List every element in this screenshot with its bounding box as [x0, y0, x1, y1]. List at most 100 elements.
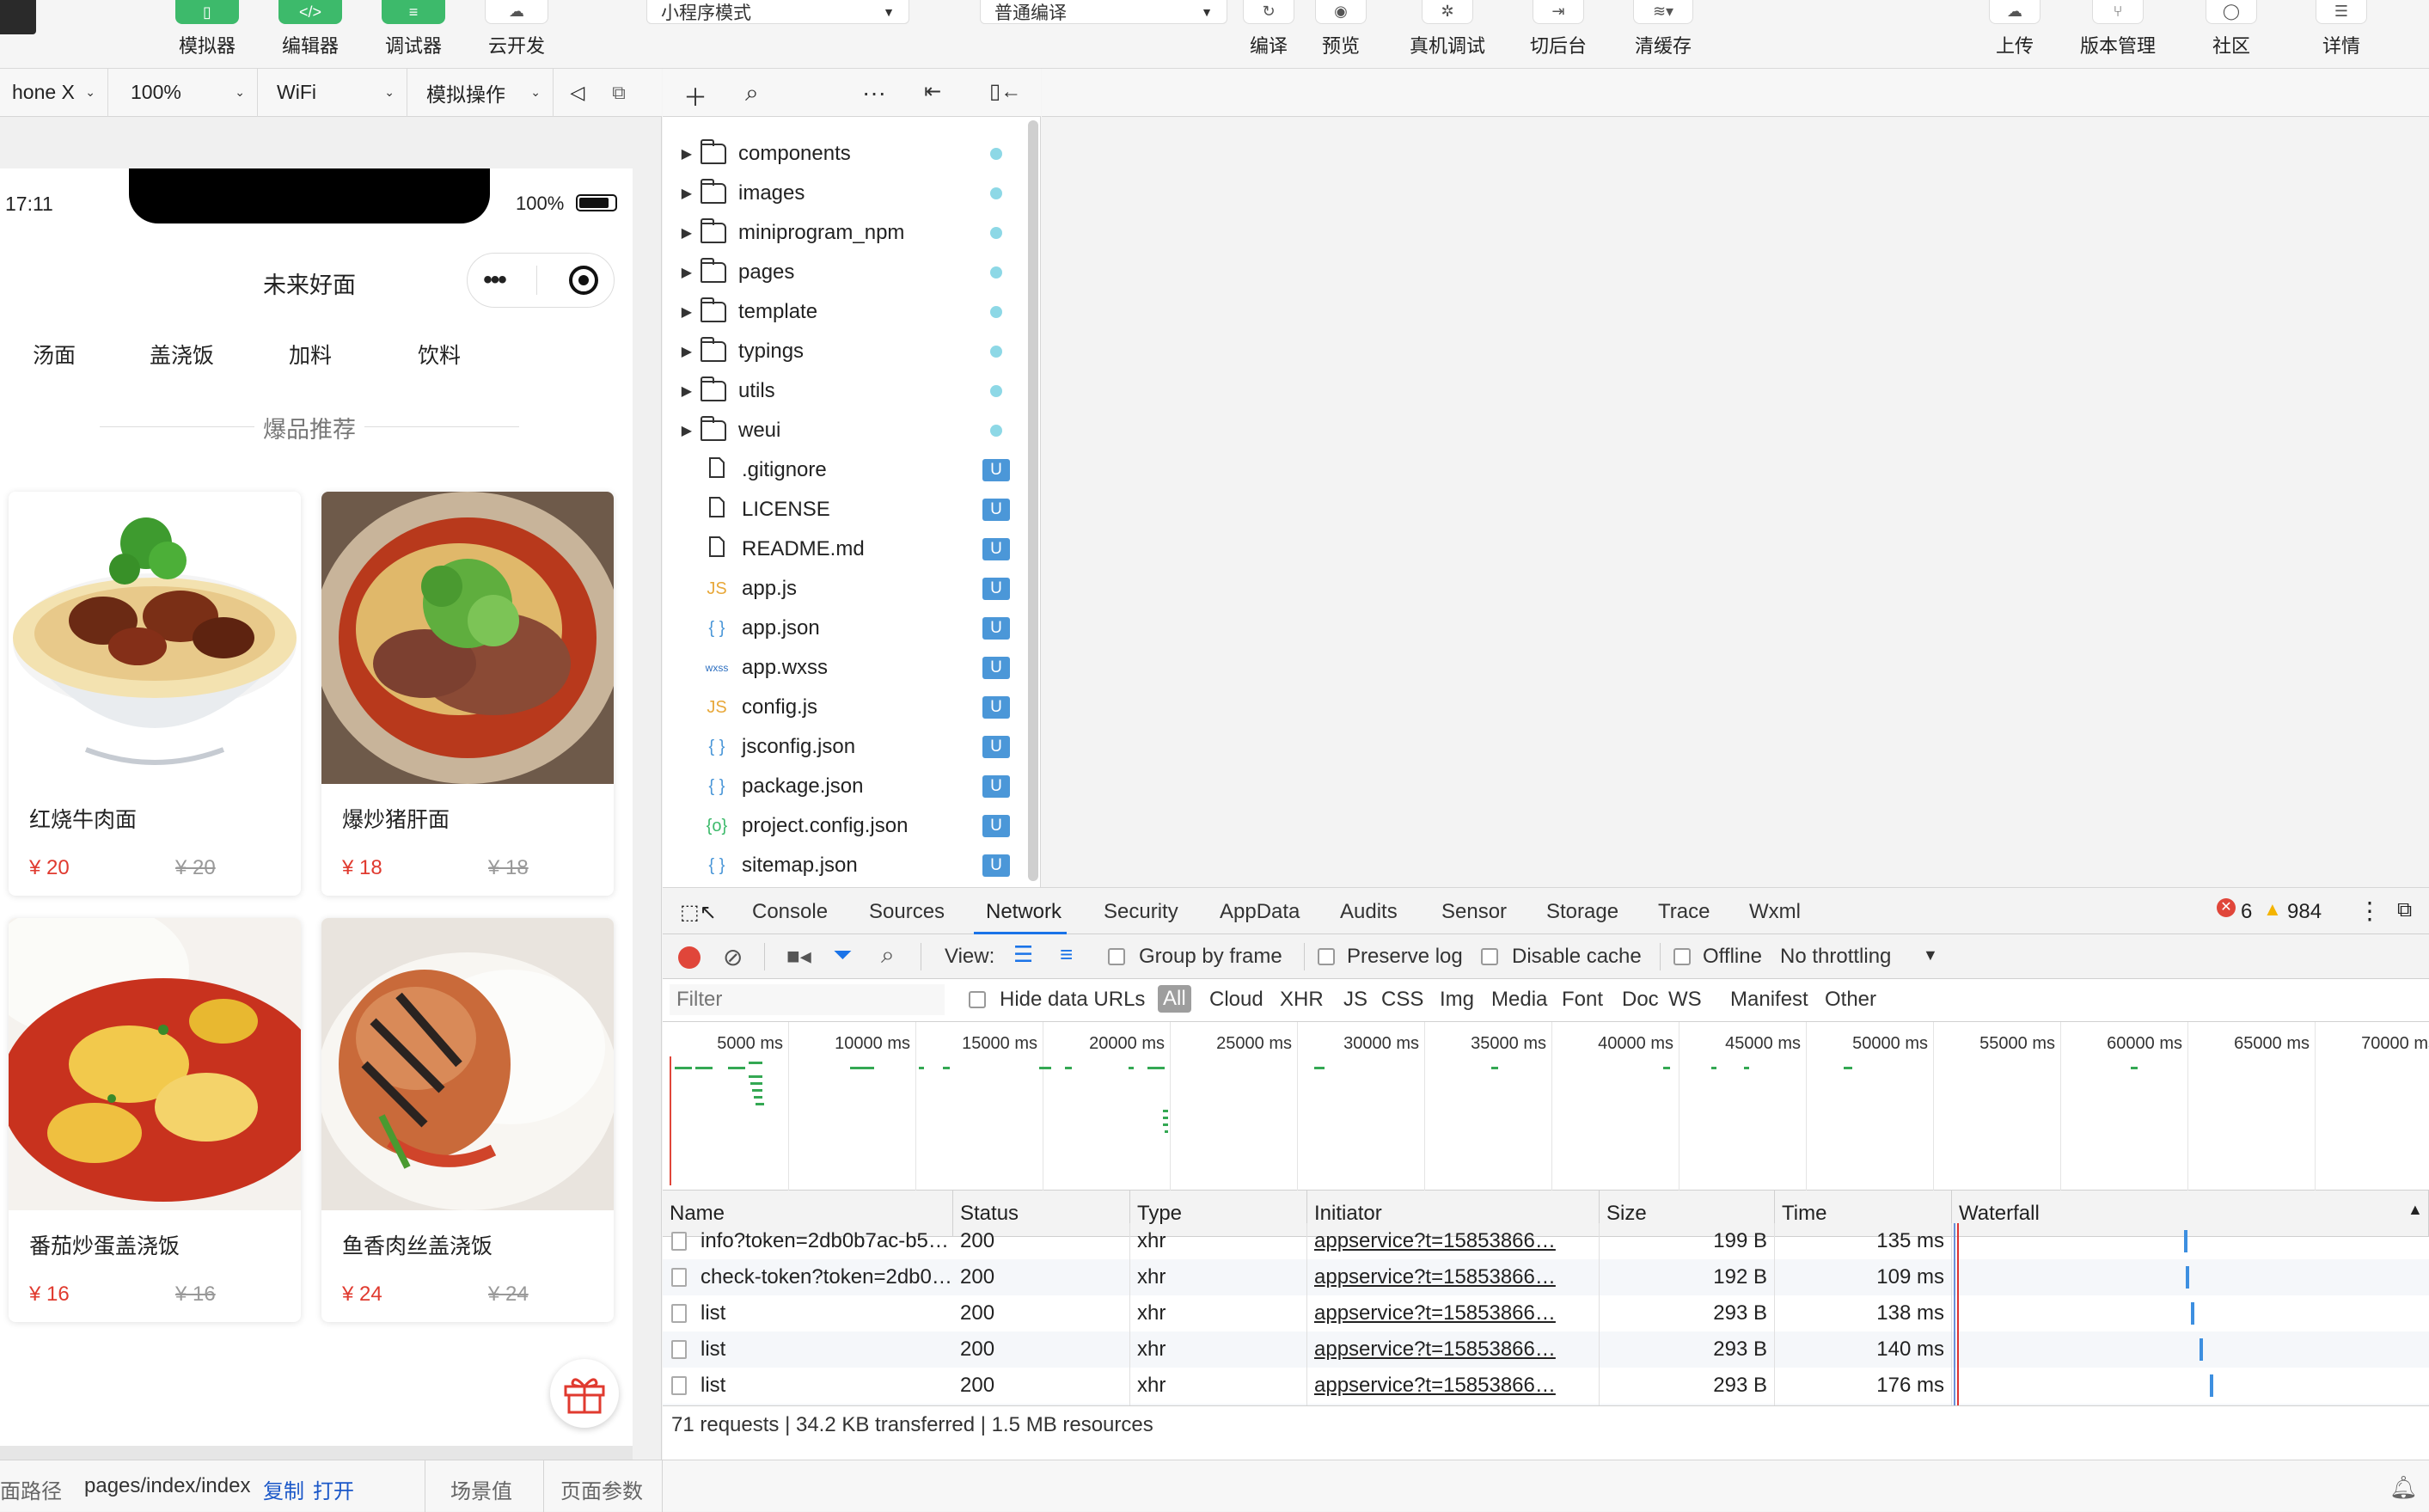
product-card[interactable]: 番茄炒蛋盖浇饭 ¥ 16 ¥ 16 — [9, 918, 301, 1322]
expand-arrow-icon[interactable]: ▶ — [663, 224, 692, 242]
real-device-debug-button[interactable]: ✲ 真机调试 — [1410, 0, 1485, 69]
type-filter-ws[interactable]: WS — [1668, 988, 1702, 1012]
type-filter-xhr[interactable]: XHR — [1280, 988, 1324, 1012]
scene-value[interactable]: 场景值 — [450, 1474, 512, 1504]
tab-wxml[interactable]: Wxml — [1749, 900, 1801, 924]
tab-trace[interactable]: Trace — [1658, 900, 1710, 924]
table-row[interactable]: check-token?token=2db0b7ac-b531-4bca-ac0… — [663, 1259, 2429, 1295]
type-filter-other[interactable]: Other — [1825, 988, 1876, 1012]
expand-arrow-icon[interactable]: ▶ — [663, 303, 692, 321]
expand-arrow-icon[interactable]: ▶ — [663, 422, 692, 439]
sidebar-toggle-icon[interactable]: ▯← — [989, 79, 1021, 104]
more-icon[interactable]: ••• — [483, 266, 506, 295]
compile-select[interactable]: 普通编译 ▼ — [980, 0, 1227, 24]
tab-security[interactable]: Security — [1104, 900, 1178, 924]
cell-initiator[interactable]: appservice?t=15853866… — [1307, 1259, 1600, 1295]
list-view-icon[interactable]: ☰ — [1013, 941, 1033, 968]
community-button[interactable]: ◯ 社区 — [2206, 0, 2257, 69]
table-row[interactable]: list 200 xhr appservice?t=15853866… 293 B 140… — [663, 1331, 2429, 1368]
type-filter-all[interactable]: All — [1158, 985, 1191, 1013]
tab-sensor[interactable]: Sensor — [1441, 900, 1507, 924]
file-item[interactable]: { } package.json U — [663, 767, 1024, 806]
details-button[interactable]: ☰ 详情 — [2316, 0, 2367, 69]
tab-appdata[interactable]: AppData — [1220, 900, 1300, 924]
file-item[interactable]: README.md U — [663, 530, 1024, 569]
file-item[interactable]: LICENSE U — [663, 490, 1024, 530]
compile-button[interactable]: ↻ 编译 — [1243, 0, 1294, 69]
type-filter-css[interactable]: CSS — [1381, 988, 1423, 1012]
open-link[interactable]: 打开 — [313, 1474, 354, 1504]
cloud-dev-button[interactable]: ☁ 云开发 — [485, 0, 548, 69]
preview-button[interactable]: ◉ 预览 — [1315, 0, 1367, 69]
collapse-icon[interactable]: ⇤ — [924, 79, 941, 104]
preserve-log-checkbox[interactable] — [1318, 948, 1335, 965]
expand-arrow-icon[interactable]: ▶ — [663, 343, 692, 360]
type-filter-font[interactable]: Font — [1562, 988, 1603, 1012]
folder-item[interactable]: ▶ weui — [663, 411, 1024, 450]
type-filter-cloud[interactable]: Cloud — [1209, 988, 1263, 1012]
group-by-frame-checkbox[interactable] — [1108, 948, 1125, 965]
more-icon[interactable]: ··· — [862, 79, 886, 107]
category-tab[interactable]: 盖浇饭 — [150, 339, 214, 370]
kebab-menu-icon[interactable]: ⋮ — [2358, 897, 2382, 925]
file-item[interactable]: { } jsconfig.json U — [663, 727, 1024, 767]
mode-select[interactable]: 小程序模式 ▼ — [646, 0, 909, 24]
file-item[interactable]: { } sitemap.json U — [663, 846, 1024, 885]
cell-initiator[interactable]: appservice?t=15853866… — [1307, 1368, 1600, 1404]
file-item[interactable]: {o} project.config.json U — [663, 806, 1024, 846]
cell-initiator[interactable]: appservice?t=15853866… — [1307, 1223, 1600, 1259]
filter-icon[interactable]: ⏷ — [833, 941, 852, 970]
folder-item[interactable]: ▶ images — [663, 174, 1024, 213]
version-button[interactable]: ⑂ 版本管理 — [2080, 0, 2156, 69]
debugger-button[interactable]: ≡ 调试器 — [382, 0, 445, 69]
zoom-select[interactable]: 100% ⌄ — [108, 68, 258, 117]
dock-icon[interactable]: ⧉ — [2397, 898, 2412, 922]
caret-down-icon[interactable]: ▼ — [1923, 946, 1938, 964]
tab-console[interactable]: Console — [752, 900, 828, 924]
inspect-icon[interactable]: ⬚↖ — [680, 900, 717, 925]
expand-arrow-icon[interactable]: ▶ — [663, 383, 692, 400]
expand-arrow-icon[interactable]: ▶ — [663, 185, 692, 202]
tab-audits[interactable]: Audits — [1340, 900, 1398, 924]
cell-initiator[interactable]: appservice?t=15853866… — [1307, 1295, 1600, 1331]
simulate-ops-select[interactable]: 模拟操作 ⌄ — [407, 68, 554, 117]
product-card[interactable]: 红烧牛肉面 ¥ 20 ¥ 20 — [9, 492, 301, 896]
folder-item[interactable]: ▶ typings — [663, 332, 1024, 371]
type-filter-img[interactable]: Img — [1440, 988, 1474, 1012]
scrollbar[interactable] — [1028, 120, 1038, 881]
simulator-button[interactable]: ▯ 模拟器 — [175, 0, 239, 69]
type-filter-manifest[interactable]: Manifest — [1730, 988, 1808, 1012]
waterfall-view-icon[interactable]: ≡ — [1060, 941, 1073, 968]
category-tab[interactable]: 汤面 — [33, 339, 76, 370]
expand-arrow-icon[interactable]: ▶ — [663, 264, 692, 281]
bell-icon[interactable]: 🔔︎ — [2389, 1474, 2418, 1501]
tab-network[interactable]: Network — [986, 900, 1062, 924]
upload-button[interactable]: ☁ 上传 — [1989, 0, 2040, 69]
gift-icon[interactable] — [550, 1359, 619, 1428]
category-tab[interactable]: 饮料 — [418, 339, 461, 370]
page-params[interactable]: 页面参数 — [560, 1474, 643, 1504]
throttling-select[interactable]: No throttling — [1780, 945, 1891, 969]
tab-storage[interactable]: Storage — [1546, 900, 1618, 924]
mute-icon[interactable]: ◁ — [554, 82, 602, 104]
network-timeline[interactable]: 5000 ms 10000 ms 15000 ms 20000 ms 25000 ms 3… — [663, 1022, 2429, 1191]
close-miniprogram-icon[interactable] — [568, 266, 598, 295]
expand-arrow-icon[interactable]: ▶ — [663, 145, 692, 162]
clear-cache-button[interactable]: ≋▾ 清缓存 — [1633, 0, 1693, 69]
table-row[interactable]: list 200 xhr appservice?t=15853866… 293 B 138… — [663, 1295, 2429, 1331]
avatar[interactable] — [0, 0, 36, 34]
file-item[interactable]: { } app.json U — [663, 609, 1024, 648]
type-filter-doc[interactable]: Doc — [1622, 988, 1659, 1012]
editor-button[interactable]: </> 编辑器 — [278, 0, 342, 69]
file-item[interactable]: JS app.js U — [663, 569, 1024, 609]
error-count[interactable]: 6 — [2241, 900, 2252, 924]
add-icon[interactable]: ＋ — [683, 79, 707, 113]
file-item[interactable]: JS config.js U — [663, 688, 1024, 727]
copy-link[interactable]: 复制 — [263, 1474, 304, 1504]
search-icon[interactable]: ⌕ — [745, 79, 759, 107]
device-select[interactable]: hone X ⌄ — [0, 68, 108, 117]
folder-item[interactable]: ▶ pages — [663, 253, 1024, 292]
network-select[interactable]: WiFi ⌄ — [258, 68, 407, 117]
folder-item[interactable]: ▶ utils — [663, 371, 1024, 411]
type-filter-media[interactable]: Media — [1491, 988, 1547, 1012]
